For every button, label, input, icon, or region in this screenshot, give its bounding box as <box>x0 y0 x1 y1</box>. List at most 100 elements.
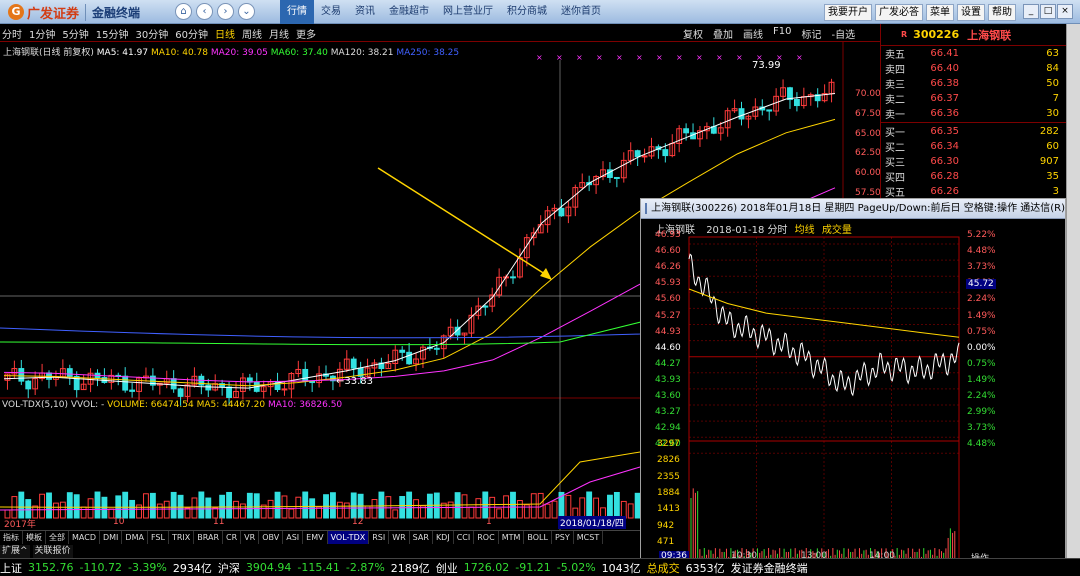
indicator-tab[interactable]: CR <box>223 531 242 544</box>
index-name[interactable]: 上证 <box>0 560 22 576</box>
popup-pct-label: 2.99% <box>967 407 996 418</box>
indicator-tab[interactable]: WR <box>389 531 410 544</box>
indicator-tab[interactable]: DMI <box>100 531 123 544</box>
candle-body <box>738 108 745 120</box>
right-menu-item[interactable]: 帮助 <box>988 4 1016 21</box>
period-tab[interactable]: 更多 <box>296 26 316 41</box>
indicator-tab[interactable]: VR <box>241 531 260 544</box>
sub-tab[interactable]: 扩展^ <box>0 545 30 558</box>
chart-tool[interactable]: -自选 <box>831 26 855 41</box>
indicator-tab[interactable]: MACD <box>69 531 100 544</box>
volume-bar <box>413 499 419 519</box>
menu-item[interactable]: 迷你首页 <box>554 0 608 24</box>
intraday-chart[interactable] <box>641 219 1065 563</box>
popup-price-label: 42.94 <box>655 423 681 434</box>
minimize-icon[interactable]: _ <box>1023 4 1039 19</box>
popup-pct-label: 1.49% <box>967 310 996 321</box>
popup-title-bar[interactable]: 上海钢联(300226) 2018年01月18日 星期四 PageUp/Down… <box>641 199 1065 219</box>
scrollbar[interactable] <box>1066 24 1080 558</box>
period-tab[interactable]: 30分钟 <box>135 26 168 41</box>
close-icon[interactable]: × <box>1057 4 1073 19</box>
indicator-tab[interactable]: 指标 <box>0 531 23 544</box>
chart-tool[interactable]: F10 <box>773 26 791 41</box>
volume-bar <box>510 491 516 519</box>
indicator-tab[interactable]: FSL <box>148 531 169 544</box>
vol-legend-name: VOL-TDX(5,10) <box>2 400 69 410</box>
back-icon[interactable]: ‹ <box>196 3 213 20</box>
index-value: 1726.02 <box>463 561 510 574</box>
menu-item[interactable]: 金融超市 <box>382 0 436 24</box>
index-name[interactable]: 创业 <box>436 560 458 576</box>
period-tab[interactable]: 5分钟 <box>62 26 88 41</box>
order-volume: 35 <box>1046 171 1059 182</box>
volume-bar <box>447 501 454 519</box>
sub-tab[interactable]: 关联报价 <box>32 545 73 558</box>
indicator-tab[interactable]: VOL-TDX <box>327 531 370 544</box>
indicator-tab[interactable]: PSY <box>552 531 574 544</box>
volume-legend: VOL-TDX(5,10) VVOL: - VOLUME: 66474.54 M… <box>2 400 342 410</box>
right-menu-item[interactable]: 菜单 <box>926 4 954 21</box>
popup-price-label: 44.93 <box>655 326 681 337</box>
chart-tool[interactable]: 复权 <box>683 26 703 41</box>
period-tab[interactable]: 15分钟 <box>96 26 129 41</box>
indicator-tab[interactable]: CCI <box>454 531 475 544</box>
chart-tool[interactable]: 叠加 <box>713 26 733 41</box>
candle-body <box>510 276 516 279</box>
candle-body <box>433 347 440 350</box>
menu-item[interactable]: 行情 <box>280 0 314 24</box>
index-name[interactable]: 沪深 <box>218 560 240 576</box>
indicator-tab[interactable]: DMA <box>122 531 148 544</box>
right-menu-item[interactable]: 设置 <box>957 4 985 21</box>
menu-item[interactable]: 网上营业厅 <box>436 0 500 24</box>
legend-ma120: MA120: 38.21 <box>330 48 394 58</box>
period-tab[interactable]: 60分钟 <box>175 26 208 41</box>
period-tab[interactable]: 日线 <box>215 26 235 41</box>
index-change: -115.41 <box>297 561 340 574</box>
popup-price-label: 43.93 <box>655 374 681 385</box>
indicator-tab[interactable]: 全部 <box>46 531 69 544</box>
indicator-tab[interactable]: TRIX <box>169 531 195 544</box>
period-tab[interactable]: 1分钟 <box>29 26 55 41</box>
right-menu-item[interactable]: 广发必答 <box>875 4 923 21</box>
maximize-icon[interactable]: □ <box>1040 4 1056 19</box>
price-label: 67.50 <box>855 109 881 119</box>
candle-body <box>641 155 648 158</box>
menu-item[interactable]: 资讯 <box>348 0 382 24</box>
indicator-tab[interactable]: MTM <box>499 531 525 544</box>
popup-price-label: 45.27 <box>655 310 681 321</box>
event-marker: × <box>716 53 723 62</box>
chart-tool[interactable]: 标记 <box>801 26 821 41</box>
home-icon[interactable]: ⌂ <box>175 3 192 20</box>
indicator-tab[interactable]: ROC <box>474 531 499 544</box>
indicator-tab[interactable]: BOLL <box>524 531 552 544</box>
right-menu-item[interactable]: 我要开户 <box>824 4 872 21</box>
candle-body <box>787 87 793 101</box>
indicator-tab[interactable]: EMV <box>303 531 328 544</box>
chart-tool[interactable]: 画线 <box>743 26 763 41</box>
indicator-tab[interactable]: BRAR <box>194 531 224 544</box>
indicator-tab[interactable]: 模板 <box>23 531 46 544</box>
volume-bar <box>239 503 246 519</box>
order-row: 买二 66.34 60 <box>881 139 1080 154</box>
candle-body <box>205 384 212 391</box>
popup-pct-label: 1.49% <box>967 374 996 385</box>
period-tab[interactable]: 分时 <box>2 26 22 41</box>
menu-item[interactable]: 交易 <box>314 0 348 24</box>
menu-item[interactable]: 积分商城 <box>500 0 554 24</box>
indicator-tab[interactable]: KDJ <box>433 531 454 544</box>
event-marker: × <box>636 53 643 62</box>
collapse-icon[interactable]: ⌄ <box>238 3 255 20</box>
forward-icon[interactable]: › <box>217 3 234 20</box>
period-tab[interactable]: 月线 <box>269 26 289 41</box>
indicator-tab[interactable]: OBV <box>259 531 284 544</box>
volume-bar <box>87 498 94 519</box>
intraday-popup[interactable]: 上海钢联(300226) 2018年01月18日 星期四 PageUp/Down… <box>640 198 1066 564</box>
candle-body <box>662 149 669 157</box>
indicator-tab[interactable]: ASI <box>283 531 304 544</box>
volume-bar <box>516 500 523 519</box>
indicator-tab[interactable]: RSI <box>369 531 390 544</box>
period-tab[interactable]: 周线 <box>242 26 262 41</box>
indicator-tab[interactable]: SAR <box>410 531 433 544</box>
indicator-tab[interactable]: MCST <box>574 531 604 544</box>
app-logo: G 广发证券 金融终端 <box>8 3 140 22</box>
